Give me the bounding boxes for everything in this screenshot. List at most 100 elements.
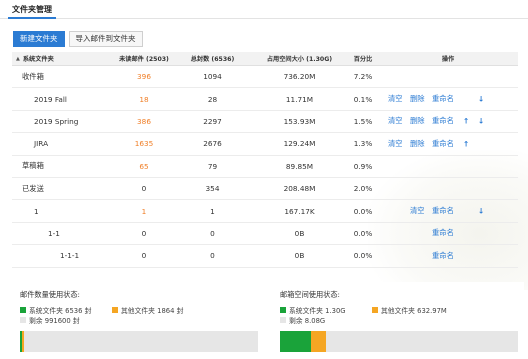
size-value: 208.48M [283, 184, 316, 194]
legend-other-label: 其他文件夹 1864 封 [121, 307, 184, 315]
unread-count[interactable]: 396 [114, 72, 174, 81]
unread-count[interactable]: 386 [114, 117, 174, 126]
total-count: 1094 [203, 72, 222, 82]
table-row: 已发送 0 354 208.48M 2.0% [12, 178, 518, 201]
percent-value: 0.1% [353, 94, 373, 104]
percent-value: 0.9% [353, 161, 373, 171]
total-count: 28 [207, 94, 218, 104]
legend-swatch-system [280, 307, 286, 313]
bar-segment-system [280, 331, 311, 352]
header-unread: 未读邮件 (2503) [119, 56, 169, 63]
arrow-down-icon[interactable]: ↓ [478, 95, 484, 104]
total-count: 1 [210, 206, 215, 216]
legend-other: 其他文件夹 632.97M [372, 305, 447, 315]
table-row: 收件箱 396 1094 736.20M 7.2% [12, 66, 518, 89]
total-count: 79 [207, 161, 218, 171]
clear-button[interactable]: 清空 [410, 206, 425, 216]
percent-value: 1.3% [353, 139, 373, 149]
folder-name: 收件箱 [22, 71, 44, 81]
bar-segment-other [22, 331, 24, 352]
delete-button[interactable]: 删除 [410, 139, 425, 149]
legend-remaining-label: 剩余 8.08G [289, 317, 326, 325]
arrow-up-icon[interactable]: ↑ [463, 117, 469, 126]
unread-count[interactable]: 1 [114, 207, 174, 216]
percent-value: 0.0% [353, 251, 373, 261]
folder-name: 2019 Spring [34, 116, 79, 126]
percent-value: 7.2% [353, 72, 373, 82]
arrow-up-icon[interactable]: ↑ [463, 139, 469, 148]
unread-count: 0 [141, 184, 147, 194]
legend-system: 系统文件夹 6536 封 [20, 305, 91, 315]
rename-button[interactable]: 重命名 [432, 116, 454, 126]
rename-button[interactable]: 重命名 [432, 94, 454, 104]
row-ops: 清空 删除 重命名 ↑ [378, 133, 518, 154]
folder-name: 1-1 [48, 228, 60, 238]
mail-count-bar [20, 331, 258, 352]
size-value: 0B [294, 251, 305, 261]
tab-bar: 文件夹管理 [0, 0, 528, 19]
delete-button[interactable]: 删除 [410, 116, 425, 126]
table-row: 2019 Fall 18 28 11.71M 0.1% 清空 删除 重命名 ↓ [12, 88, 518, 111]
folder-name: 已发送 [22, 183, 44, 193]
row-ops [378, 156, 518, 177]
header-name[interactable]: ▲ 系统文件夹 [12, 54, 114, 64]
row-ops [378, 178, 518, 199]
import-mail-button[interactable]: 导入邮件到文件夹 [68, 31, 143, 47]
percent-value: 2.0% [353, 184, 373, 194]
row-ops: 重命名 [378, 245, 518, 266]
mail-space-panel: 邮箱空间使用状态: 系统文件夹 1.30G 其他文件夹 632.97M 剩余 8… [272, 282, 524, 359]
header-name-label: 系统文件夹 [22, 56, 54, 63]
total-count: 0 [210, 228, 215, 238]
size-value: 736.20M [283, 72, 316, 82]
bar-segment-other [310, 331, 326, 352]
header-ops: 操作 [441, 56, 455, 63]
total-count: 2297 [203, 116, 222, 126]
rename-button[interactable]: 重命名 [432, 251, 454, 261]
legend-swatch-other [112, 307, 118, 313]
table-row: 2019 Spring 386 2297 153.93M 1.5% 清空 删除 … [12, 111, 518, 134]
folder-name: JIRA [34, 139, 49, 149]
row-ops: 清空 删除 重命名 ↑ ↓ [378, 111, 518, 132]
size-value: 0B [294, 228, 305, 238]
folder-name: 1 [34, 206, 39, 216]
arrow-down-icon[interactable]: ↓ [478, 117, 484, 126]
row-ops: 清空 删除 重命名 ↓ [378, 88, 518, 109]
header-size: 占用空间大小 (1.30G) [266, 56, 333, 63]
table-row: 1-1 0 0 0B 0.0% 重命名 [12, 223, 518, 246]
table-row: 1-1-1 0 0 0B 0.0% 重命名 [12, 245, 518, 268]
table-header: ▲ 系统文件夹 未读邮件 (2503) 总封数 (6536) 占用空间大小 (1… [12, 52, 518, 66]
percent-value: 0.0% [353, 206, 373, 216]
percent-value: 0.0% [353, 228, 373, 238]
size-value: 129.24M [283, 139, 316, 149]
legend-swatch-remaining [20, 317, 26, 323]
arrow-down-icon[interactable]: ↓ [478, 207, 484, 216]
new-folder-button[interactable]: 新建文件夹 [13, 31, 65, 47]
legend-swatch-remaining [280, 317, 286, 323]
size-value: 167.17K [284, 206, 315, 216]
rename-button[interactable]: 重命名 [432, 206, 454, 216]
legend-other: 其他文件夹 1864 封 [112, 305, 183, 315]
clear-button[interactable]: 清空 [388, 116, 403, 126]
legend-remaining: 剩余 8.08G [280, 315, 325, 325]
row-ops: 重命名 [378, 223, 518, 244]
total-count: 0 [210, 251, 215, 261]
delete-button[interactable]: 删除 [410, 94, 425, 104]
rename-button[interactable]: 重命名 [432, 228, 454, 238]
unread-count[interactable]: 65 [114, 162, 174, 171]
size-value: 153.93M [283, 116, 316, 126]
rename-button[interactable]: 重命名 [432, 139, 454, 149]
unread-count[interactable]: 18 [114, 95, 174, 104]
clear-button[interactable]: 清空 [388, 139, 403, 149]
unread-count[interactable]: 1635 [114, 139, 174, 148]
table-row: 1 1 1 167.17K 0.0% 清空 重命名 ↓ [12, 200, 518, 223]
sort-triangle-icon[interactable]: ▲ [16, 56, 20, 62]
mail-space-title: 邮箱空间使用状态: [280, 290, 340, 299]
total-count: 2676 [203, 139, 222, 149]
clear-button[interactable]: 清空 [388, 94, 403, 104]
tab-folder-management[interactable]: 文件夹管理 [8, 0, 56, 19]
header-percent: 百分比 [353, 56, 373, 63]
size-value: 11.71M [285, 94, 314, 104]
table-row: 草稿箱 65 79 89.85M 0.9% [12, 156, 518, 178]
percent-value: 1.5% [353, 116, 373, 126]
legend-swatch-system [20, 307, 26, 313]
